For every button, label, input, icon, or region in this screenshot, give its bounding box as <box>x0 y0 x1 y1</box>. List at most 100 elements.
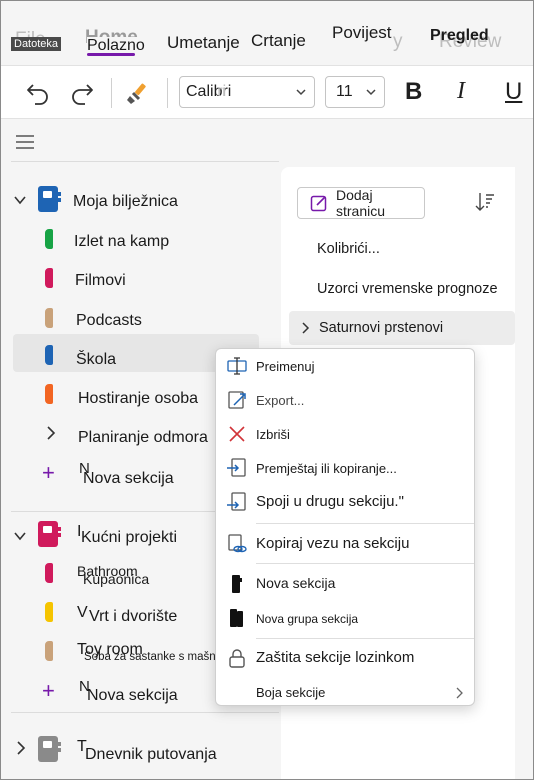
section-tab-icon <box>45 563 53 583</box>
section-tab-icon <box>45 308 53 328</box>
notebook-name: Moja bilježnica <box>73 193 178 210</box>
menu-item-section-color[interactable]: Boja sekcije <box>216 677 474 709</box>
chevron-right-icon <box>456 687 463 699</box>
notebook-icon <box>38 521 61 547</box>
notebook-name: Dnevnik putovanja <box>85 746 217 763</box>
menu-item-label: Nova grupa sekcija <box>256 612 359 626</box>
font-name-ghost: ri <box>217 83 227 100</box>
tab-insert[interactable]: Umetanje <box>167 33 240 53</box>
plus-icon: + <box>42 460 55 485</box>
tab-review[interactable]: Pregled <box>430 27 489 45</box>
add-page-label: Dodaj stranicu <box>336 187 386 219</box>
section-label: Izlet na kamp <box>74 233 170 250</box>
delete-x-icon <box>226 423 248 445</box>
section-tab-icon <box>45 641 53 661</box>
chevron-right-icon <box>47 426 56 440</box>
add-page-button[interactable]: Dodaj stranicu <box>297 187 425 219</box>
menu-item-password-protect[interactable]: Zaštita sekcije lozinkom <box>216 643 474 675</box>
menu-item-label: Preimenuj <box>256 359 315 374</box>
section-label: Podcasts <box>76 312 142 329</box>
page-item[interactable]: Saturnovi prstenovi <box>319 320 443 336</box>
menu-item-label: Spoji u drugu sekciju." <box>256 493 404 510</box>
sort-button[interactable] <box>473 191 495 218</box>
chevron-down-icon <box>296 89 306 96</box>
section-tab-icon <box>45 229 53 249</box>
move-copy-icon <box>226 457 248 479</box>
menu-item-delete[interactable]: Izbriši <box>216 419 474 451</box>
onenote-window: File Datoteka Home Polazno Umetanje Crta… <box>0 0 534 780</box>
section-label: Filmovi <box>75 272 126 289</box>
section-label-ghost: V <box>77 604 88 621</box>
export-icon <box>226 389 248 411</box>
menu-item-label: Kopiraj vezu na sekciju <box>256 535 410 552</box>
notebook-name: Kućni projekti <box>81 529 178 546</box>
toolbar-divider <box>111 78 112 108</box>
copy-link-icon <box>226 533 248 555</box>
menu-item-label: Boja sekcije <box>256 685 326 700</box>
menu-item-new-section-group[interactable]: Nova grupa sekcija <box>216 603 474 635</box>
section-tab-icon <box>45 268 53 288</box>
tab-file[interactable]: Datoteka <box>11 37 62 51</box>
section-label: Vrt i dvorište <box>89 608 178 625</box>
chevron-right-icon <box>17 741 26 755</box>
chevron-down-icon <box>366 89 376 96</box>
notebook-icon <box>38 186 61 212</box>
menu-separator <box>256 563 474 564</box>
section-izlet-na-kamp[interactable]: Izlet na kamp <box>1 223 276 259</box>
section-label: Planiranje odmora <box>78 429 208 446</box>
section-filmovi[interactable]: Filmovi <box>1 262 276 298</box>
underline-button[interactable]: U <box>505 78 522 106</box>
rename-icon <box>226 355 248 377</box>
section-label: Kupaonica <box>83 571 150 587</box>
sort-icon <box>475 193 494 211</box>
chevron-down-icon <box>14 532 26 541</box>
undo-button[interactable] <box>21 76 55 110</box>
menu-item-export[interactable]: Export... <box>216 385 474 417</box>
italic-button[interactable]: I <box>457 78 465 105</box>
menu-item-copy-link[interactable]: Kopiraj vezu na sekciju <box>216 529 474 561</box>
section-podcasts[interactable]: Podcasts <box>1 302 276 338</box>
font-size-dropdown[interactable]: 11 <box>325 76 385 108</box>
menu-separator <box>256 638 474 639</box>
divider <box>11 161 279 162</box>
undo-icon <box>27 84 48 105</box>
add-page-icon <box>310 194 328 212</box>
toolbar-divider <box>167 78 168 108</box>
section-tab-icon <box>45 384 53 404</box>
merge-icon <box>226 491 248 513</box>
section-tab-icon <box>45 602 53 622</box>
menu-item-label: Izbriši <box>256 427 290 442</box>
menu-item-label: Zaštita sekcije lozinkom <box>256 649 415 666</box>
format-painter-button[interactable] <box>121 76 155 110</box>
notebook-dnevnik-putovanja[interactable]: T Dnevnik putovanja <box>1 734 276 770</box>
tab-history[interactable]: Povijest <box>332 23 392 43</box>
divider <box>11 712 279 713</box>
chevron-right-icon[interactable] <box>301 321 311 335</box>
menu-item-label: Premještaj ili kopiranje... <box>256 461 397 476</box>
notebook-moja-biljeznica[interactable]: Moja bilježnica <box>1 183 276 219</box>
menu-item-rename[interactable]: Preimenuj <box>216 351 474 383</box>
notebook-icon <box>38 736 61 762</box>
menu-item-move-copy[interactable]: Premještaj ili kopiranje... <box>216 453 474 485</box>
font-size-value: 11 <box>336 83 353 100</box>
page-item[interactable]: Uzorci vremenske prognoze <box>317 281 498 297</box>
paintbrush-icon <box>127 83 146 104</box>
section-tab-icon <box>45 345 53 365</box>
redo-button[interactable] <box>65 76 99 110</box>
menu-item-label: Export... <box>256 393 305 408</box>
home-toolbar: Calibri ri 11 B I U <box>1 65 533 119</box>
hamburger-icon <box>16 135 34 149</box>
navigation-toggle-button[interactable] <box>15 134 35 155</box>
new-section-label: Nova sekcija <box>83 470 174 487</box>
new-section-icon <box>226 573 248 595</box>
menu-item-label: Nova sekcija <box>256 575 336 591</box>
bold-button[interactable]: B <box>405 78 422 106</box>
menu-item-merge[interactable]: Spoji u drugu sekciju." <box>216 487 474 519</box>
menu-item-new-section[interactable]: Nova sekcija <box>216 569 474 601</box>
font-name-dropdown[interactable]: Calibri ri <box>179 76 315 108</box>
tab-draw[interactable]: Crtanje <box>251 31 306 51</box>
chevron-down-icon <box>14 196 26 205</box>
section-label: Škola <box>76 351 117 368</box>
page-item[interactable]: Kolibrići... <box>317 241 380 257</box>
menu-separator <box>256 523 474 524</box>
